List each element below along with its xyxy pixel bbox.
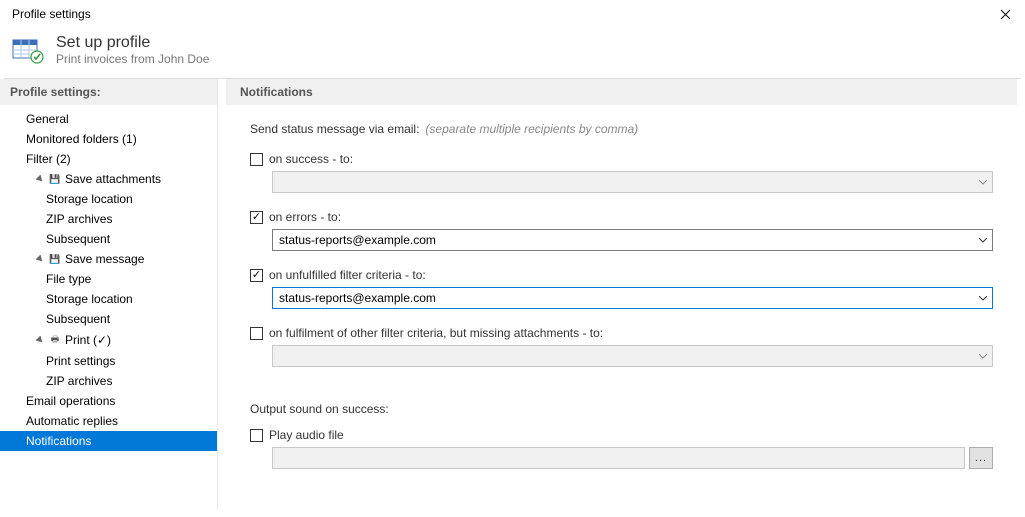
play-audio-label: Play audio file <box>269 428 344 442</box>
sidebar-item-label: General <box>26 112 69 126</box>
disk-icon: 💾 <box>49 174 61 185</box>
sidebar-item-print-settings[interactable]: Print settings <box>0 351 217 371</box>
missing-input[interactable] <box>273 349 974 363</box>
success-combo[interactable] <box>272 171 993 193</box>
sidebar-item-label: Email operations <box>26 394 115 408</box>
header: Set up profile Print invoices from John … <box>0 28 1025 78</box>
sidebar-item-label: Save message <box>65 252 144 266</box>
content-panel: Notifications Send status message via em… <box>218 79 1025 510</box>
sidebar-heading: Profile settings: <box>0 79 217 105</box>
audio-path-input[interactable] <box>273 451 964 465</box>
chevron-down-icon <box>974 288 992 308</box>
printer-icon: 🖶 <box>49 332 61 348</box>
sidebar-item-subsequent[interactable]: Subsequent <box>0 229 217 249</box>
page-subtitle: Print invoices from John Doe <box>56 52 209 66</box>
play-audio-checkbox[interactable] <box>250 429 263 442</box>
errors-combo[interactable] <box>272 229 993 251</box>
sidebar-item-label: Print settings <box>46 354 115 368</box>
expander-icon[interactable] <box>36 255 45 264</box>
unfulfilled-combo[interactable] <box>272 287 993 309</box>
unfulfilled-input[interactable] <box>273 291 974 305</box>
sidebar-item-monitored-folders-1[interactable]: Monitored folders (1) <box>0 129 217 149</box>
expander-icon[interactable] <box>36 175 45 184</box>
success-checkbox[interactable] <box>250 153 263 166</box>
sidebar: Profile settings: General Monitored folde… <box>0 79 218 510</box>
sidebar-item-general[interactable]: General <box>0 109 217 129</box>
sidebar-item-label: ZIP archives <box>46 374 112 388</box>
sidebar-item-label: Storage location <box>46 292 133 306</box>
sidebar-item-file-type[interactable]: File type <box>0 269 217 289</box>
window-title: Profile settings <box>12 7 91 21</box>
sidebar-item-notifications[interactable]: Notifications <box>0 431 217 451</box>
sidebar-item-label: Filter (2) <box>26 152 71 166</box>
errors-label: on errors - to: <box>269 210 341 224</box>
unfulfilled-checkbox[interactable] <box>250 269 263 282</box>
page-title: Set up profile <box>56 34 209 52</box>
sidebar-item-label: Subsequent <box>46 312 110 326</box>
success-label: on success - to: <box>269 152 353 166</box>
profile-icon <box>12 36 44 64</box>
expander-icon[interactable] <box>36 336 45 345</box>
sidebar-item-label: Notifications <box>26 434 91 448</box>
sidebar-item-save-message[interactable]: 💾 Save message <box>0 249 217 269</box>
sidebar-item-label: Storage location <box>46 192 133 206</box>
success-input[interactable] <box>273 175 974 189</box>
close-icon <box>1000 9 1011 20</box>
chevron-down-icon <box>974 230 992 250</box>
disk-icon: 💾 <box>49 254 61 265</box>
sidebar-item-zip-archives[interactable]: ZIP archives <box>0 209 217 229</box>
sidebar-item-email-operations[interactable]: Email operations <box>0 391 217 411</box>
chevron-down-icon <box>974 346 992 366</box>
missing-combo[interactable] <box>272 345 993 367</box>
sidebar-item-zip-archives[interactable]: ZIP archives <box>0 371 217 391</box>
chevron-down-icon <box>974 172 992 192</box>
sidebar-item-storage-location[interactable]: Storage location <box>0 289 217 309</box>
sidebar-item-label: Monitored folders (1) <box>26 132 137 146</box>
sound-heading: Output sound on success: <box>250 402 389 416</box>
sidebar-item-save-attachments[interactable]: 💾 Save attachments <box>0 169 217 189</box>
sidebar-item-label: Subsequent <box>46 232 110 246</box>
missing-checkbox[interactable] <box>250 327 263 340</box>
sidebar-item-print[interactable]: 🖶 Print (✓) <box>0 329 217 351</box>
sidebar-item-label: Automatic replies <box>26 414 118 428</box>
sidebar-item-automatic-replies[interactable]: Automatic replies <box>0 411 217 431</box>
sidebar-item-label: Print (✓) <box>65 333 111 347</box>
unfulfilled-label: on unfulfilled filter criteria - to: <box>269 268 426 282</box>
send-status-hint: (separate multiple recipients by comma) <box>425 122 638 136</box>
browse-button[interactable]: ... <box>969 447 993 469</box>
missing-label: on fulfilment of other filter criteria, … <box>269 326 603 340</box>
sidebar-item-label: File type <box>46 272 91 286</box>
panel-heading: Notifications <box>226 79 1017 105</box>
main: Profile settings: General Monitored folde… <box>0 79 1025 510</box>
nav-tree: General Monitored folders (1) Filter (2) 💾 S… <box>0 105 217 455</box>
send-status-label: Send status message via email: <box>250 122 419 136</box>
sidebar-item-label: Save attachments <box>65 172 161 186</box>
audio-path-combo[interactable] <box>272 447 965 469</box>
titlebar: Profile settings <box>0 0 1025 28</box>
close-button[interactable] <box>993 2 1017 26</box>
errors-input[interactable] <box>273 233 974 247</box>
errors-checkbox[interactable] <box>250 211 263 224</box>
sidebar-item-subsequent[interactable]: Subsequent <box>0 309 217 329</box>
sidebar-item-storage-location[interactable]: Storage location <box>0 189 217 209</box>
sidebar-item-label: ZIP archives <box>46 212 112 226</box>
sidebar-item-filter-2[interactable]: Filter (2) <box>0 149 217 169</box>
